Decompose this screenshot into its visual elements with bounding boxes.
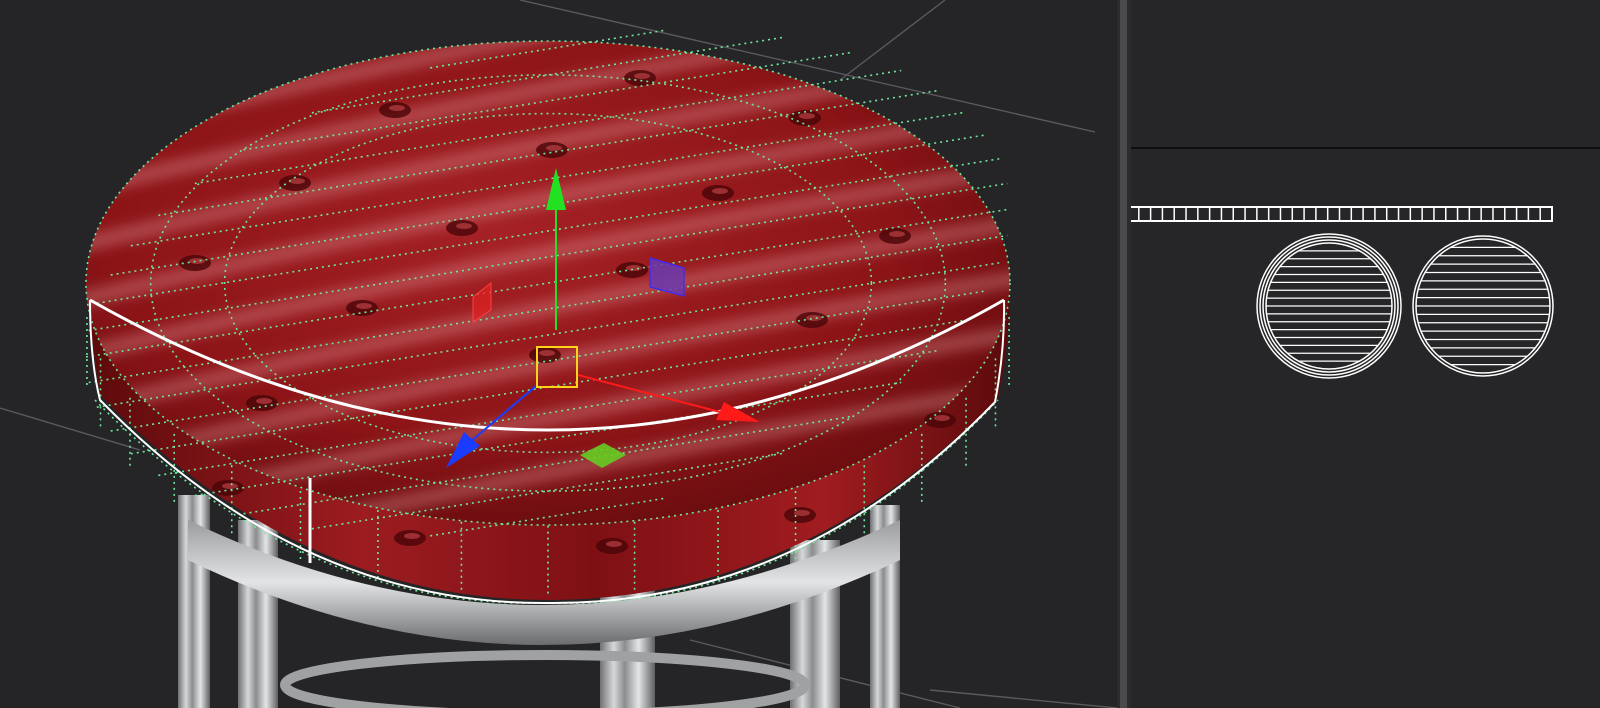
panel-splitter[interactable] bbox=[1117, 0, 1131, 708]
top-panel bbox=[1131, 0, 1600, 149]
splitter-handle[interactable] bbox=[1120, 0, 1127, 708]
uv-editor[interactable] bbox=[1131, 149, 1600, 708]
uv-island-side-strip[interactable] bbox=[1131, 206, 1553, 222]
uv-island-top-disc[interactable] bbox=[1256, 233, 1402, 379]
viewport-canvas[interactable] bbox=[0, 0, 1117, 708]
3d-viewport[interactable] bbox=[0, 0, 1117, 708]
uv-canvas[interactable] bbox=[1131, 149, 1600, 708]
uv-island-bottom-disc[interactable] bbox=[1412, 235, 1554, 377]
